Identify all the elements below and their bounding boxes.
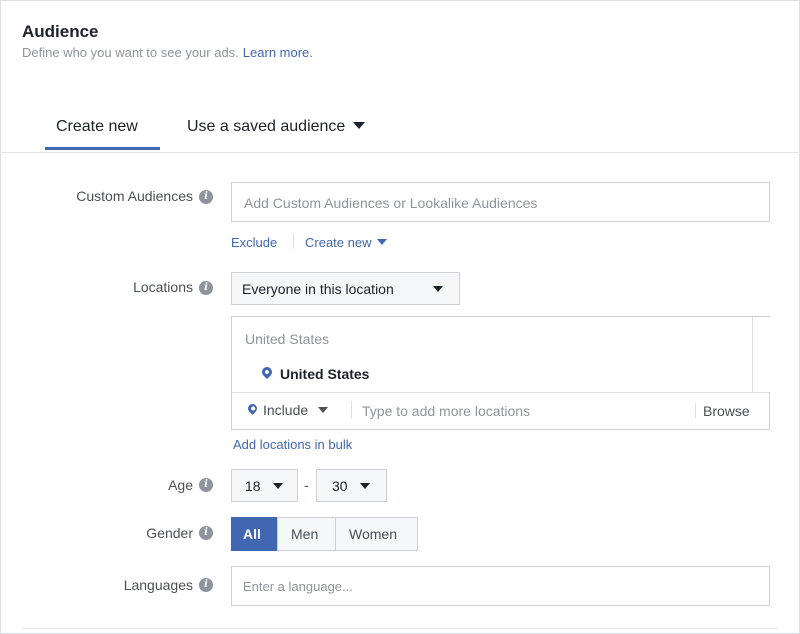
include-dropdown[interactable]: Include bbox=[263, 402, 329, 418]
chevron-down-icon bbox=[377, 239, 388, 245]
include-separator bbox=[351, 401, 352, 419]
link-separator bbox=[293, 234, 294, 249]
info-icon[interactable]: i bbox=[199, 190, 213, 204]
bottom-divider bbox=[22, 628, 778, 629]
browse-separator bbox=[695, 403, 696, 418]
create-new-label: Create new bbox=[305, 235, 372, 250]
languages-label: Languages bbox=[123, 577, 193, 593]
age-max-value: 30 bbox=[332, 478, 348, 494]
gender-label: Gender bbox=[146, 525, 193, 541]
subtitle-text: Define who you want to see your ads. bbox=[22, 45, 239, 60]
locations-group-header: United States bbox=[245, 331, 330, 347]
info-icon[interactable]: i bbox=[199, 526, 213, 540]
age-min-value: 18 bbox=[245, 478, 261, 494]
gender-all-label: All bbox=[243, 526, 261, 542]
exclude-link[interactable]: Exclude bbox=[231, 235, 277, 250]
locations-divider bbox=[232, 392, 769, 393]
tabs-divider bbox=[0, 152, 800, 153]
age-range-separator: - bbox=[304, 477, 309, 493]
locations-scrollbar[interactable] bbox=[752, 317, 770, 392]
age-max-dropdown[interactable]: 30 bbox=[316, 469, 387, 502]
gender-women-label: Women bbox=[349, 526, 397, 542]
gender-women-button[interactable]: Women bbox=[335, 517, 418, 551]
location-search-input[interactable]: Type to add more locations bbox=[362, 403, 530, 419]
info-icon[interactable]: i bbox=[199, 578, 213, 592]
info-icon[interactable]: i bbox=[199, 281, 213, 295]
section-subtitle: Define who you want to see your ads. Lear… bbox=[22, 45, 313, 60]
age-min-dropdown[interactable]: 18 bbox=[231, 469, 298, 502]
custom-audiences-label: Custom Audiences bbox=[76, 188, 193, 204]
selected-location[interactable]: United States bbox=[280, 366, 369, 382]
chevron-down-icon bbox=[360, 483, 370, 489]
chevron-down-icon bbox=[273, 483, 283, 489]
section-title: Audience bbox=[22, 22, 99, 41]
learn-more-link[interactable]: Learn more. bbox=[243, 45, 313, 60]
create-new-dropdown[interactable]: Create new bbox=[305, 235, 388, 250]
browse-button[interactable]: Browse bbox=[703, 403, 750, 419]
location-type-dropdown[interactable]: Everyone in this location bbox=[231, 272, 460, 305]
languages-placeholder: Enter a language... bbox=[243, 579, 353, 594]
gender-all-button[interactable]: All bbox=[231, 517, 277, 551]
tab-use-saved-audience[interactable]: Use a saved audience bbox=[187, 118, 366, 136]
chevron-down-icon bbox=[353, 122, 366, 129]
custom-audiences-placeholder: Add Custom Audiences or Lookalike Audien… bbox=[244, 195, 538, 211]
gender-men-button[interactable]: Men bbox=[277, 517, 336, 551]
gender-men-label: Men bbox=[291, 526, 319, 542]
include-label: Include bbox=[263, 402, 309, 418]
tab-saved-label: Use a saved audience bbox=[187, 118, 346, 135]
add-locations-bulk-link[interactable]: Add locations in bulk bbox=[233, 437, 352, 452]
locations-label: Locations bbox=[133, 279, 193, 295]
active-tab-indicator bbox=[45, 147, 160, 150]
info-icon[interactable]: i bbox=[199, 478, 213, 492]
age-label: Age bbox=[168, 477, 193, 493]
chevron-down-icon bbox=[433, 286, 443, 292]
chevron-down-icon bbox=[318, 407, 329, 413]
tab-create-new[interactable]: Create new bbox=[56, 118, 138, 136]
location-type-value: Everyone in this location bbox=[242, 281, 394, 297]
